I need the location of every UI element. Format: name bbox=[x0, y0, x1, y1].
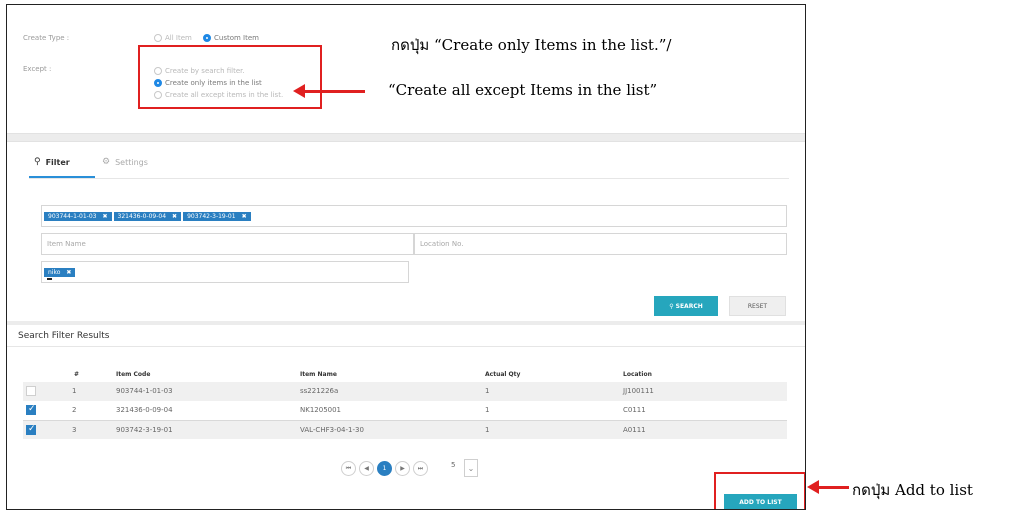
column-header-item-name: Item Name bbox=[300, 371, 337, 378]
annotation-text-line2: “Create all except Items in the list” bbox=[388, 81, 658, 99]
row-number: 1 bbox=[72, 387, 77, 395]
row-actual-qty: 1 bbox=[485, 387, 490, 395]
close-icon[interactable]: ✖ bbox=[172, 213, 177, 220]
section-divider bbox=[7, 133, 805, 142]
page-button-current[interactable]: 1 bbox=[377, 461, 392, 476]
row-item-code: 903744-1-01-03 bbox=[116, 387, 173, 395]
row-checkbox[interactable] bbox=[26, 424, 36, 435]
close-icon[interactable]: ✖ bbox=[66, 269, 71, 276]
row-number: 2 bbox=[72, 406, 77, 414]
tab-bar-border bbox=[29, 178, 789, 179]
next-page-button[interactable]: ▶ bbox=[395, 461, 410, 476]
row-location: A0111 bbox=[623, 426, 646, 434]
row-location: JJ100111 bbox=[623, 387, 654, 395]
search-icon: ⚲ bbox=[34, 157, 41, 167]
row-checkbox[interactable] bbox=[26, 404, 36, 415]
search-button[interactable]: ⚲ SEARCH bbox=[654, 296, 718, 316]
highlight-except-options bbox=[138, 45, 322, 109]
text-cursor bbox=[47, 278, 52, 280]
item-code-chip[interactable]: 903744-1-01-03 ✖ bbox=[44, 211, 112, 221]
close-icon[interactable]: ✖ bbox=[242, 213, 247, 220]
highlight-add-to-list bbox=[714, 472, 805, 509]
last-page-button[interactable]: ⏭ bbox=[413, 461, 428, 476]
annotation-text-line1: กดปุ่ม “Create only Items in the list.”/ bbox=[391, 36, 672, 54]
chevron-down-icon: ⌄ bbox=[467, 463, 475, 473]
app-frame: Create Type : All Item Custom Item Excep… bbox=[6, 4, 806, 510]
except-label: Except : bbox=[23, 65, 52, 73]
table-row[interactable]: 1 903744-1-01-03 ss221226a 1 JJ100111 bbox=[23, 382, 787, 401]
row-number: 3 bbox=[72, 426, 77, 434]
radio-all-item[interactable]: All Item bbox=[154, 34, 192, 42]
radio-dot bbox=[154, 34, 162, 42]
page-size-select[interactable]: ⌄ bbox=[464, 459, 478, 477]
item-name-input[interactable]: Item Name bbox=[41, 233, 414, 255]
search-icon: ⚲ bbox=[669, 302, 674, 310]
create-options-section: Create Type : All Item Custom Item Excep… bbox=[7, 5, 805, 133]
page-size-value: 5 bbox=[451, 461, 456, 469]
close-icon[interactable]: ✖ bbox=[103, 213, 108, 220]
first-page-button[interactable]: ⏮ bbox=[341, 461, 356, 476]
radio-dot bbox=[203, 34, 211, 42]
filter-chip[interactable]: niko ✖ bbox=[44, 267, 76, 277]
tab-filter[interactable]: ⚲ Filter bbox=[34, 157, 70, 167]
column-header-location: Location bbox=[623, 371, 652, 378]
prev-page-button[interactable]: ◀ bbox=[359, 461, 374, 476]
location-input[interactable]: Location No. bbox=[414, 233, 787, 255]
radio-custom-item[interactable]: Custom Item bbox=[203, 34, 259, 42]
row-actual-qty: 1 bbox=[485, 406, 490, 414]
table-row[interactable]: 2 321436-0-09-04 NK1205001 1 C0111 bbox=[23, 401, 787, 420]
annotation-arrow-line bbox=[817, 486, 849, 489]
row-checkbox[interactable] bbox=[26, 386, 36, 396]
item-code-chip[interactable]: 321436-0-09-04 ✖ bbox=[113, 211, 182, 221]
create-type-label: Create Type : bbox=[23, 34, 70, 42]
row-actual-qty: 1 bbox=[485, 426, 490, 434]
column-header-actual-qty: Actual Qty bbox=[485, 371, 521, 378]
annotation-add-to-list: กดปุ่ม Add to list bbox=[852, 481, 973, 499]
column-header-item-code: Item Code bbox=[116, 371, 151, 378]
column-header-number: # bbox=[74, 371, 80, 378]
reset-button[interactable]: RESET bbox=[729, 296, 786, 316]
item-code-chip[interactable]: 903742-3-19-01 ✖ bbox=[183, 211, 251, 221]
row-item-code: 321436-0-09-04 bbox=[116, 406, 173, 414]
results-title-border bbox=[7, 346, 805, 347]
table-row[interactable]: 3 903742-3-19-01 VAL-CHF3-04-1-30 1 A011… bbox=[23, 420, 787, 439]
item-code-chip-input[interactable]: 903744-1-01-03 ✖ 321436-0-09-04 ✖ 903742-3… bbox=[41, 205, 787, 227]
extra-chip-input[interactable]: niko ✖ bbox=[41, 261, 409, 283]
row-location: C0111 bbox=[623, 406, 646, 414]
gear-icon: ⚙ bbox=[102, 157, 111, 167]
row-item-name: NK1205001 bbox=[300, 406, 342, 414]
annotation-arrow-line bbox=[303, 90, 365, 93]
results-divider bbox=[7, 321, 805, 325]
row-item-name: VAL-CHF3-04-1-30 bbox=[300, 426, 364, 434]
row-item-code: 903742-3-19-01 bbox=[116, 426, 173, 434]
results-title: Search Filter Results bbox=[18, 331, 110, 341]
tab-settings[interactable]: ⚙ Settings bbox=[102, 157, 148, 167]
row-item-name: ss221226a bbox=[300, 387, 339, 395]
